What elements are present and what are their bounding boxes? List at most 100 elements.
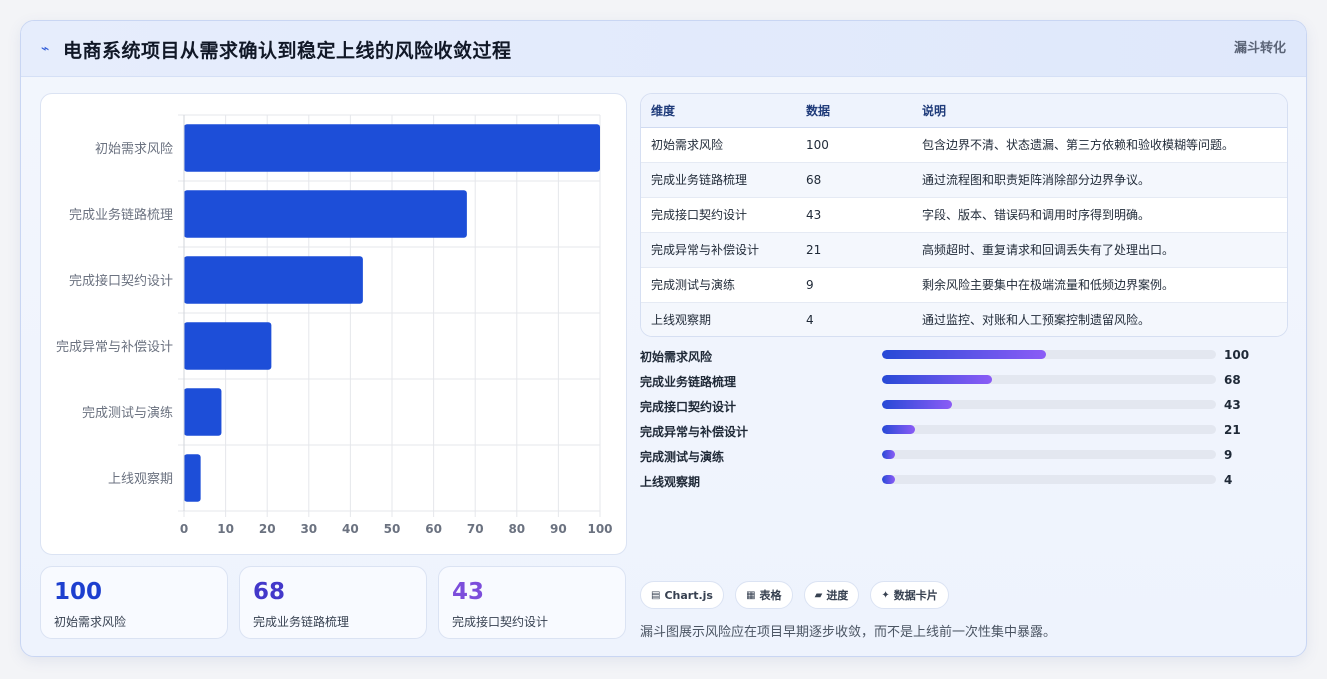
x-tick-label: 90: [550, 522, 567, 536]
progress-icon: ▰: [814, 589, 823, 601]
progress-track: [882, 450, 1216, 459]
stat-label: 完成接口契约设计: [452, 615, 549, 629]
table-cell: 4: [796, 302, 912, 336]
x-tick-label: 20: [259, 522, 276, 536]
x-tick-label: 30: [300, 522, 317, 536]
header: ⌁ 电商系统项目从需求确认到稳定上线的风险收敛过程 漏斗转化: [21, 21, 1306, 77]
x-tick-label: 70: [467, 522, 484, 536]
progress-value: 68: [1224, 373, 1241, 387]
table-row: 上线观察期 4 通过监控、对账和人工预案控制遗留风险。: [641, 302, 1287, 336]
y-category-label: 完成异常与补偿设计: [56, 340, 173, 355]
table-cell: 9: [796, 267, 912, 303]
progress-fill: [882, 350, 1046, 359]
progress-track: [882, 475, 1216, 484]
chip-label: 表格: [759, 589, 782, 602]
progress-value: 43: [1224, 398, 1241, 412]
x-tick-label: 100: [587, 522, 612, 536]
bar: [184, 322, 272, 370]
bar: [184, 454, 201, 502]
table-cell: 68: [796, 162, 912, 198]
stat-card-2: 68 完成业务链路梳理: [239, 566, 427, 639]
y-category-label: 上线观察期: [108, 472, 173, 487]
page-title: 电商系统项目从需求确认到稳定上线的风险收敛过程: [63, 40, 512, 62]
stat-value: 100: [54, 579, 103, 605]
trend-icon: ⌁: [41, 41, 50, 57]
progress-row: 初始需求风险 100: [640, 343, 1288, 368]
progress-fill: [882, 400, 953, 409]
bar: [184, 190, 467, 238]
progress-label: 初始需求风险: [640, 350, 713, 364]
x-tick-label: 80: [508, 522, 525, 536]
bar-chart-panel: 0 10 20 30 40 50 60 70 80 90 100 初始需求风险 完成业务链路梳理 完成接口…: [40, 93, 627, 555]
bar: [184, 256, 363, 304]
progress-row: 完成业务链路梳理 68: [640, 368, 1288, 393]
table-cell: 完成测试与演练: [641, 267, 796, 303]
table-row: 完成业务链路梳理 68 通过流程图和职责矩阵消除部分边界争议。: [641, 162, 1287, 198]
table-cell: 通过监控、对账和人工预案控制遗留风险。: [912, 302, 1287, 336]
chip-label: 进度: [826, 589, 849, 602]
column-header: 维度: [641, 94, 796, 128]
progress-fill: [882, 475, 896, 484]
table-cell: 通过流程图和职责矩阵消除部分边界争议。: [912, 162, 1287, 198]
progress-track: [882, 350, 1216, 359]
progress-fill: [882, 375, 993, 384]
x-tick-label: 40: [342, 522, 359, 536]
progress-label: 完成业务链路梳理: [640, 375, 737, 389]
progress-row: 完成测试与演练 9: [640, 443, 1288, 468]
table-cell: 剩余风险主要集中在极端流量和低频边界案例。: [912, 267, 1287, 303]
chip-data-cards[interactable]: ✦ 数据卡片: [870, 581, 949, 609]
chip-label: Chart.js: [664, 588, 713, 602]
data-table: 维度 数据 说明 初始需求风险 100 包含边界不清、状态遗漏、第三方依赖和验收…: [641, 94, 1287, 336]
bar: [184, 388, 222, 436]
chip-label: 数据卡片: [893, 589, 938, 602]
bar-chart: 0 10 20 30 40 50 60 70 80 90 100 初始需求风险完成业务链路梳理完成接口…: [56, 114, 613, 536]
table-cell: 字段、版本、错误码和调用时序得到明确。: [912, 197, 1287, 233]
y-category-label: 完成接口契约设计: [69, 273, 173, 289]
progress-label: 完成异常与补偿设计: [640, 425, 749, 439]
progress-row: 上线观察期 4: [640, 468, 1288, 493]
x-tick-label: 60: [425, 522, 442, 536]
chip-table[interactable]: ▦ 表格: [735, 581, 793, 609]
progress-row: 完成异常与补偿设计 21: [640, 418, 1288, 443]
progress-value: 100: [1224, 348, 1250, 362]
progress-track: [882, 375, 1216, 384]
progress-value: 21: [1224, 423, 1241, 437]
progress-track: [882, 400, 1216, 409]
x-tick-label: 50: [384, 522, 401, 536]
progress-track: [882, 425, 1216, 434]
progress-label: 完成接口契约设计: [640, 400, 737, 414]
table-row: 完成异常与补偿设计 21 高频超时、重复请求和回调丢失有了处理出口。: [641, 232, 1287, 268]
table-row: 初始需求风险 100 包含边界不清、状态遗漏、第三方依赖和验收模糊等问题。: [641, 127, 1287, 163]
table-icon: ▦: [746, 589, 756, 601]
table-row: 完成接口契约设计 43 字段、版本、错误码和调用时序得到明确。: [641, 197, 1287, 233]
chip-progress[interactable]: ▰ 进度: [803, 581, 860, 609]
stat-card-1: 100 初始需求风险: [40, 566, 228, 639]
progress-list: 初始需求风险 100 完成业务链路梳理 68 完成接口契约设计 43 完成异常与…: [640, 343, 1288, 493]
table-cell: 43: [796, 197, 912, 233]
stat-value: 43: [452, 579, 485, 605]
column-header: 数据: [796, 94, 912, 128]
progress-fill: [882, 450, 896, 459]
sparkle-icon: ✦: [881, 589, 890, 601]
y-category-label: 完成测试与演练: [82, 405, 173, 421]
feature-chips: ▤ Chart.js ▦ 表格 ▰ 进度 ✦ 数据卡片: [640, 581, 955, 609]
x-tick-label: 0: [180, 522, 188, 536]
chart-type-tag: 漏斗转化: [1233, 41, 1286, 56]
progress-fill: [882, 425, 916, 434]
table-header-row: 维度 数据 说明: [641, 94, 1287, 128]
table-cell: 完成接口契约设计: [641, 197, 796, 233]
progress-row: 完成接口契约设计 43: [640, 393, 1288, 418]
stat-label: 初始需求风险: [54, 615, 127, 629]
bar: [184, 124, 600, 172]
progress-value: 9: [1224, 448, 1233, 462]
data-table-panel: 维度 数据 说明 初始需求风险 100 包含边界不清、状态遗漏、第三方依赖和验收…: [640, 93, 1288, 337]
stat-card-3: 43 完成接口契约设计: [438, 566, 626, 639]
table-row: 完成测试与演练 9 剩余风险主要集中在极端流量和低频边界案例。: [641, 267, 1287, 303]
table-cell: 21: [796, 232, 912, 268]
stat-value: 68: [253, 579, 286, 605]
y-category-label: 完成业务链路梳理: [69, 207, 173, 223]
chip-chartjs[interactable]: ▤ Chart.js: [640, 581, 724, 609]
column-header: 说明: [912, 94, 1287, 128]
table-cell: 高频超时、重复请求和回调丢失有了处理出口。: [912, 232, 1287, 268]
progress-label: 上线观察期: [640, 475, 701, 489]
